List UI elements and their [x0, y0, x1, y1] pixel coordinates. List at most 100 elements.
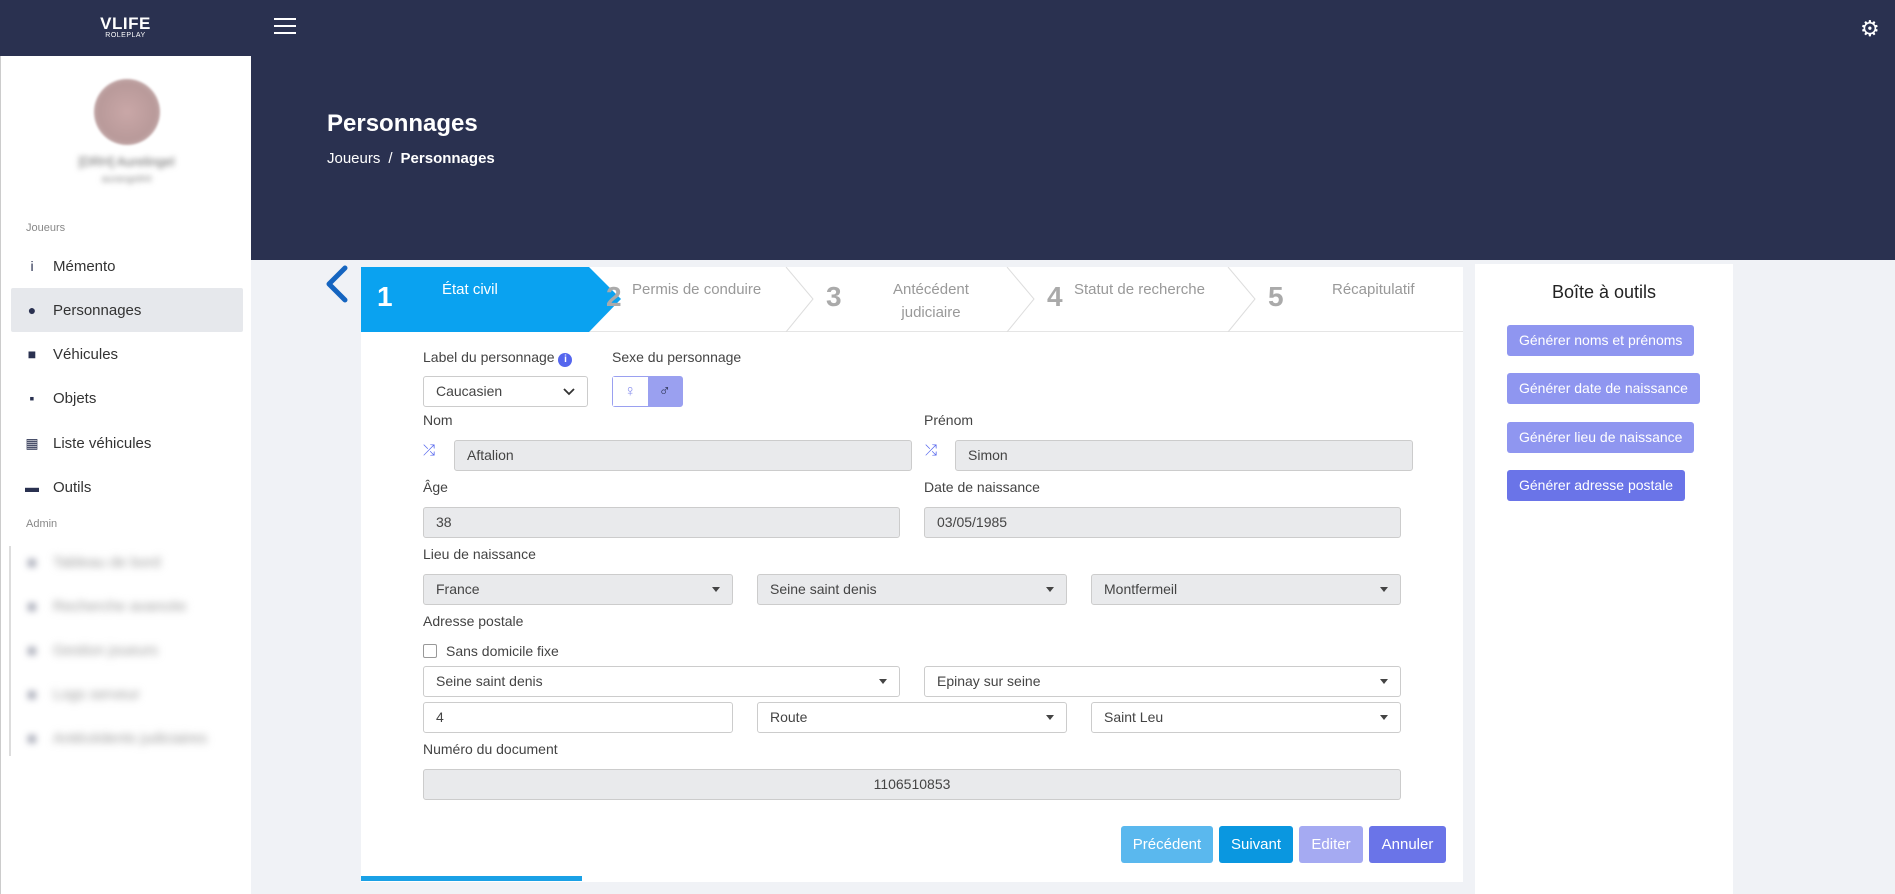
edit-button[interactable]: Editer: [1299, 826, 1363, 863]
avatar[interactable]: [94, 79, 160, 145]
step-3[interactable]: 3 Antécédent judiciaire: [826, 267, 1016, 332]
pays-select[interactable]: France: [423, 574, 733, 605]
ville-select[interactable]: Montfermeil: [1091, 574, 1401, 605]
addr-num-field[interactable]: 4: [423, 702, 733, 733]
caret-down-icon: [1380, 715, 1388, 720]
shuffle-icon[interactable]: ⤮: [423, 442, 435, 459]
table-icon: ▦: [25, 434, 39, 451]
info-icon[interactable]: i: [558, 353, 573, 367]
log-icon: ●: [27, 686, 37, 702]
sidebar-item-label: Véhicules: [53, 345, 119, 363]
hamburger-menu-icon[interactable]: [274, 18, 296, 36]
label-personnage-label: Label du personnage i: [423, 349, 573, 367]
addr-ville-select[interactable]: Epinay sur seine: [924, 666, 1401, 697]
sidebar-item-objets[interactable]: ▪ Objets: [11, 376, 243, 420]
sidebar-item-label: Personnages: [53, 301, 142, 319]
sidebar-admin-item[interactable]: ● Antécédents judiciaires: [11, 716, 243, 760]
sexe-toggle: ♀ ♂: [612, 376, 683, 407]
progress-bar: [361, 876, 582, 881]
doc-label: Numéro du document: [423, 741, 558, 757]
generate-address-button[interactable]: Générer adresse postale: [1507, 470, 1686, 501]
box-icon: ▪: [29, 390, 35, 406]
brand-sub: ROLEPLAY: [105, 32, 146, 39]
toolbox-panel: Boîte à outils Générer noms et prénoms G…: [1475, 264, 1733, 894]
user-icon: ●: [27, 302, 37, 318]
generate-birthplace-button[interactable]: Générer lieu de naissance: [1507, 422, 1695, 453]
cancel-button[interactable]: Annuler: [1369, 826, 1446, 863]
step-2[interactable]: 2 Permis de conduire: [606, 267, 796, 332]
generate-names-button[interactable]: Générer noms et prénoms: [1507, 325, 1695, 356]
sidebar-item-memento[interactable]: i Mémento: [11, 244, 243, 288]
previous-button[interactable]: Précédent: [1121, 826, 1213, 863]
back-arrow-icon[interactable]: [323, 262, 353, 306]
adresse-label: Adresse postale: [423, 613, 524, 629]
section-label-joueurs: Joueurs: [26, 222, 66, 234]
brand-logo[interactable]: VLIFE ROLEPLAY: [0, 0, 251, 56]
next-button[interactable]: Suivant: [1219, 826, 1293, 863]
sidebar-item-vehicules[interactable]: ■ Véhicules: [11, 332, 243, 376]
label-select[interactable]: Caucasien: [423, 376, 588, 407]
dob-field[interactable]: 03/05/1985: [924, 507, 1401, 538]
sidebar-admin-item[interactable]: ● Recherche avancée: [11, 584, 243, 628]
user-id: aurangel#4: [101, 174, 152, 185]
dob-label: Date de naissance: [924, 479, 1040, 495]
page-title: Personnages: [327, 110, 478, 137]
female-icon[interactable]: ♀: [613, 377, 648, 406]
sexe-label: Sexe du personnage: [612, 349, 742, 365]
step-4[interactable]: 4 Statut de recherche: [1047, 267, 1237, 332]
addr-type-select[interactable]: Route: [757, 702, 1067, 733]
breadcrumb-current: Personnages: [400, 150, 495, 167]
gear-icon[interactable]: ⚙: [1860, 18, 1880, 40]
step-5[interactable]: 5 Récapitulatif: [1268, 267, 1458, 332]
user-name: [DRH] Aurelingel: [78, 154, 175, 169]
breadcrumb: Joueurs / Personnages: [327, 150, 495, 167]
breadcrumb-link[interactable]: Joueurs: [327, 150, 380, 167]
sidebar-item-label: Outils: [53, 478, 92, 496]
prenom-label: Prénom: [924, 412, 974, 428]
caret-down-icon: [1046, 587, 1054, 592]
nom-field[interactable]: Aftalion: [454, 440, 912, 471]
male-icon[interactable]: ♂: [647, 377, 682, 406]
info-icon: i: [30, 258, 34, 274]
shuffle-icon[interactable]: ⤮: [925, 442, 937, 459]
brand-name: VLIFE: [100, 14, 151, 33]
sidebar: [DRH] Aurelingel aurangel#4 Joueurs i Mém…: [0, 56, 251, 894]
sidebar-item-label: Objets: [53, 389, 97, 407]
users-icon: ●: [27, 642, 37, 658]
toolbox-icon: ▬: [25, 479, 39, 495]
sidebar-admin-item[interactable]: ● Tableau de bord: [11, 540, 243, 584]
caret-down-icon: [1380, 587, 1388, 592]
lieu-label: Lieu de naissance: [423, 546, 536, 562]
sidebar-admin-item[interactable]: ● Logs serveur: [11, 672, 243, 716]
nom-label: Nom: [423, 412, 453, 428]
sidebar-item-outils[interactable]: ▬ Outils: [11, 465, 243, 509]
age-label: Âge: [423, 479, 448, 495]
prenom-field[interactable]: Simon: [955, 440, 1413, 471]
chevron-down-icon: [563, 388, 575, 396]
dept-select[interactable]: Seine saint denis: [757, 574, 1067, 605]
sidebar-item-personnages[interactable]: ● Personnages: [11, 288, 243, 332]
sdf-checkbox[interactable]: [423, 644, 437, 658]
step-1[interactable]: 1 État civil: [361, 267, 621, 332]
caret-down-icon: [879, 679, 887, 684]
search-icon: ●: [27, 598, 37, 614]
top-header: [0, 0, 1895, 260]
doc-field[interactable]: 1106510853: [423, 769, 1401, 800]
age-field[interactable]: 38: [423, 507, 900, 538]
section-label-admin: Admin: [26, 518, 58, 530]
car-icon: ■: [27, 346, 37, 362]
sdf-label: Sans domicile fixe: [446, 643, 559, 659]
sidebar-admin-item[interactable]: ● Gestion joueurs: [11, 628, 243, 672]
sidebar-item-label: Mémento: [53, 257, 116, 275]
caret-down-icon: [1380, 679, 1388, 684]
dashboard-icon: ●: [27, 554, 37, 570]
addr-rue-select[interactable]: Saint Leu: [1091, 702, 1401, 733]
sidebar-item-liste-vehicules[interactable]: ▦ Liste véhicules: [11, 421, 243, 465]
caret-down-icon: [1046, 715, 1054, 720]
addr-dept-select[interactable]: Seine saint denis: [423, 666, 900, 697]
steps-bar: 1 État civil 2 Permis de conduire 3 Anté…: [361, 267, 1463, 332]
gavel-icon: ●: [27, 730, 37, 746]
sidebar-item-label: Liste véhicules: [53, 434, 152, 452]
generate-dob-button[interactable]: Générer date de naissance: [1507, 373, 1700, 404]
toolbox-title: Boîte à outils: [1551, 282, 1657, 302]
